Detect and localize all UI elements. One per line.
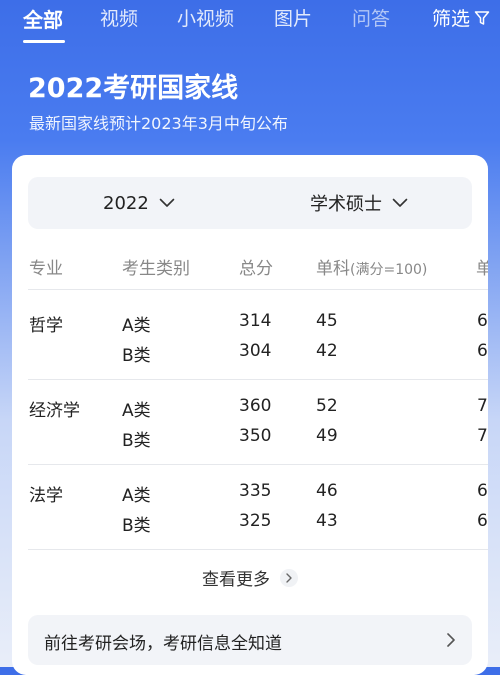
tab-short-video[interactable]: 小视频 xyxy=(177,4,234,31)
single2-cell: 7 xyxy=(477,396,488,416)
tab-images[interactable]: 图片 xyxy=(274,4,312,31)
table-row: 法学 A类 335 46 6 B类 325 43 6 xyxy=(12,464,488,549)
single2-cell: 6 xyxy=(477,311,488,331)
col-header-category: 考生类别 xyxy=(122,259,190,279)
col-header-single-label: 单科 xyxy=(316,259,350,279)
single2-cell: 6 xyxy=(477,511,488,531)
category-cell: B类 xyxy=(122,431,151,451)
selector-bar: 2022 学术硕士 xyxy=(28,177,472,229)
see-more-label: 查看更多 xyxy=(202,570,270,590)
see-more-button[interactable]: 查看更多 xyxy=(12,565,488,590)
category-cell: A类 xyxy=(122,401,151,421)
total-cell: 350 xyxy=(239,426,272,446)
category-cell: B类 xyxy=(122,346,151,366)
year-value: 2022 xyxy=(103,192,149,214)
table-row: 哲学 A类 314 45 6 B类 304 42 6 xyxy=(12,289,488,379)
exam-venue-link-label: 前往考研会场，考研信息全知道 xyxy=(44,634,282,654)
single-cell: 43 xyxy=(316,511,338,531)
tab-all[interactable]: 全部 xyxy=(23,4,63,33)
active-tab-indicator xyxy=(23,40,65,43)
score-line-card: 2022 学术硕士 专业 考生类别 总分 单科(满分=100) 单 哲学 A类 … xyxy=(12,155,488,675)
single-cell: 45 xyxy=(316,311,338,331)
single2-cell: 6 xyxy=(477,481,488,501)
single-cell: 52 xyxy=(316,396,338,416)
divider xyxy=(28,549,488,550)
top-nav: 全部 视频 小视频 图片 问答 筛选 xyxy=(0,0,500,44)
total-cell: 314 xyxy=(239,311,272,331)
degree-type-dropdown[interactable]: 学术硕士 xyxy=(310,177,408,229)
col-header-single-2: 单 xyxy=(476,259,488,279)
year-dropdown[interactable]: 2022 xyxy=(103,177,175,229)
total-cell: 335 xyxy=(239,481,272,501)
page-subtitle: 最新国家线预计2023年3月中旬公布 xyxy=(29,114,288,133)
category-cell: A类 xyxy=(122,316,151,336)
chevron-right-icon xyxy=(280,568,298,587)
funnel-icon xyxy=(474,10,490,25)
category-cell: A类 xyxy=(122,486,151,506)
col-header-major: 专业 xyxy=(29,259,63,279)
total-cell: 360 xyxy=(239,396,272,416)
chevron-down-icon xyxy=(392,198,408,207)
degree-type-value: 学术硕士 xyxy=(310,194,382,215)
major-cell: 哲学 xyxy=(29,316,63,336)
col-header-total: 总分 xyxy=(239,259,273,279)
single-cell: 49 xyxy=(316,426,338,446)
filter-label: 筛选 xyxy=(431,8,470,30)
single-cell: 42 xyxy=(316,341,338,361)
page-title: 2022考研国家线 xyxy=(28,73,239,104)
table-row: 经济学 A类 360 52 7 B类 350 49 7 xyxy=(12,379,488,464)
chevron-right-icon xyxy=(447,633,455,647)
total-cell: 304 xyxy=(239,341,272,361)
single2-cell: 7 xyxy=(477,426,488,446)
chevron-down-icon xyxy=(159,198,175,207)
total-cell: 325 xyxy=(239,511,272,531)
col-header-single-note: (满分=100) xyxy=(350,262,428,278)
major-cell: 法学 xyxy=(29,486,63,506)
major-cell: 经济学 xyxy=(29,401,80,421)
filter-button[interactable]: 筛选 xyxy=(432,4,490,31)
single2-cell: 6 xyxy=(477,341,488,361)
exam-venue-link[interactable]: 前往考研会场，考研信息全知道 xyxy=(28,615,472,665)
tab-qa[interactable]: 问答 xyxy=(352,4,390,31)
single-cell: 46 xyxy=(316,481,338,501)
tab-video[interactable]: 视频 xyxy=(100,4,138,31)
category-cell: B类 xyxy=(122,516,151,536)
col-header-single: 单科(满分=100) xyxy=(316,254,427,279)
